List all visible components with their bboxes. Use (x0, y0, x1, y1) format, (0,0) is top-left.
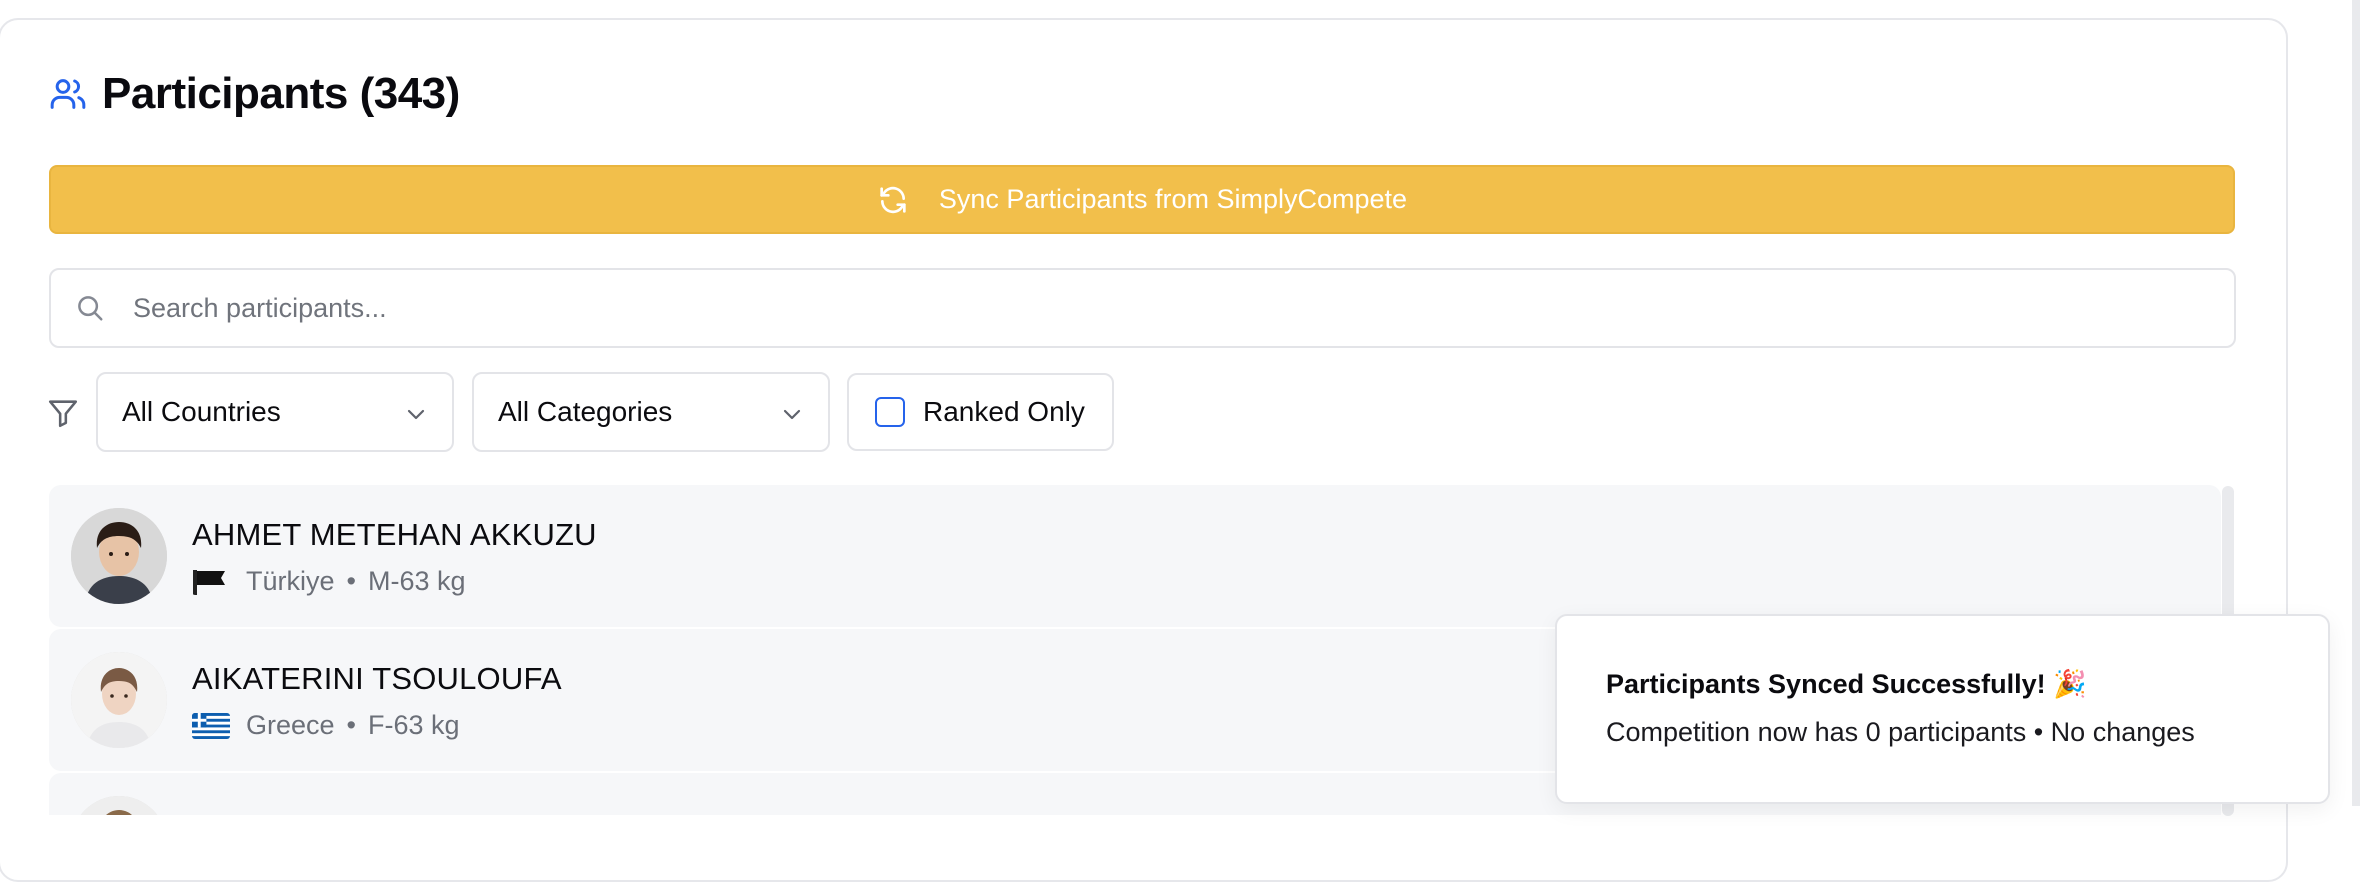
meta-separator: • (346, 710, 356, 740)
participant-name: AIKATERINI TSOULOUFA (192, 661, 562, 696)
list-item[interactable]: AHMET METEHAN AKKUZU Türkiye • M-63 kg (49, 485, 2221, 627)
chevron-down-icon (783, 409, 801, 420)
participant-category: F-63 kg (368, 710, 460, 740)
participant-category: M-63 kg (367, 566, 466, 596)
black-flag-icon (193, 569, 225, 595)
country-select-value: All Countries (122, 396, 281, 427)
participant-country: Türkiye (246, 566, 335, 596)
search-icon (78, 296, 103, 321)
participant-name: AHMET METEHAN AKKUZU (192, 517, 597, 552)
ranked-only-toggle[interactable]: Ranked Only (847, 373, 1114, 451)
participant-country: Greece (246, 710, 335, 740)
page-title: Participants (343) (102, 69, 460, 118)
users-icon (50, 79, 86, 109)
category-select-value: All Categories (498, 396, 673, 427)
header: Participants (343) (48, 62, 460, 126)
search-bar (49, 268, 2236, 348)
toast-title: Participants Synced Successfully! 🎉 (1606, 669, 2087, 699)
window-scrollbar[interactable] (2352, 0, 2360, 806)
sync-participants-button[interactable]: Sync Participants from SimplyCompete (49, 165, 2235, 234)
greece-flag-icon (192, 712, 230, 739)
participant-meta: Greece • F-63 kg (192, 710, 460, 741)
search-input[interactable] (131, 291, 2135, 325)
filter-icon (48, 400, 78, 428)
avatar (71, 652, 167, 748)
participant-meta: Türkiye • M-63 kg (192, 566, 466, 597)
ranked-only-checkbox[interactable] (875, 397, 905, 427)
avatar (71, 508, 167, 604)
toast-description: Competition now has 0 participants • No … (1606, 717, 2195, 747)
sync-button-label: Sync Participants from SimplyCompete (938, 184, 1408, 214)
chevron-down-icon (407, 409, 425, 420)
category-select[interactable]: All Categories (472, 372, 830, 452)
ranked-only-label: Ranked Only (923, 396, 1085, 427)
refresh-icon (880, 186, 906, 213)
meta-separator: • (346, 566, 356, 596)
country-select[interactable]: All Countries (96, 372, 454, 452)
sync-success-toast: Participants Synced Successfully! 🎉 Comp… (1555, 614, 2330, 804)
